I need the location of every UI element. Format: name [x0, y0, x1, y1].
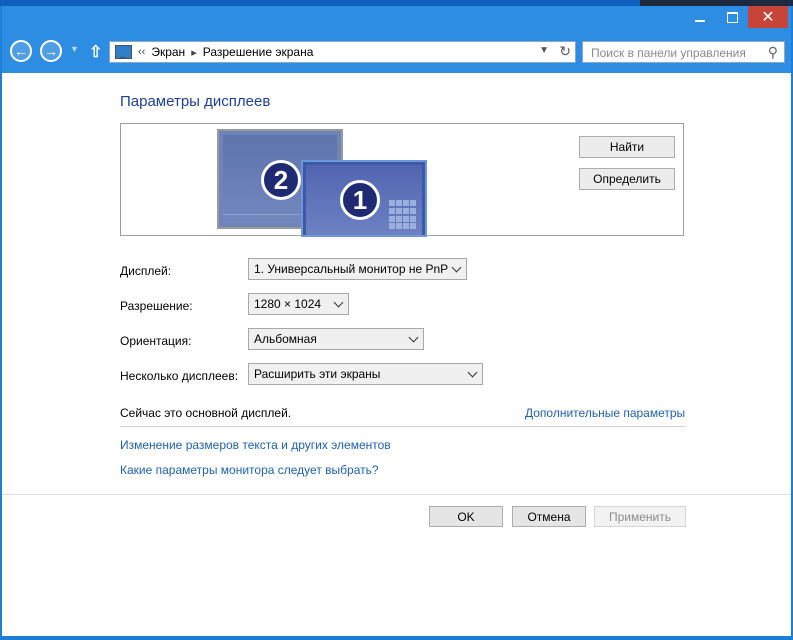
search-placeholder: Поиск в панели управления	[591, 46, 746, 60]
find-button[interactable]: Найти	[579, 136, 675, 158]
chevron-down-icon: ▼	[539, 45, 549, 56]
chevron-down-icon	[453, 264, 461, 272]
start-screen-tiles-icon	[389, 200, 419, 230]
title-bar[interactable]: ✕	[2, 6, 791, 30]
orientation-select-value: Альбомная	[254, 332, 317, 346]
refresh-button[interactable]: ↻	[559, 43, 571, 60]
breadcrumb-item-resolution[interactable]: Разрешение экрана	[203, 45, 314, 59]
back-button[interactable]: ←	[10, 40, 32, 62]
chevron-down-icon	[410, 334, 418, 342]
resolution-select-value: 1280 × 1024	[254, 297, 322, 311]
up-button[interactable]: ⇧	[89, 42, 102, 62]
forward-button[interactable]: →	[40, 40, 62, 62]
multiple-displays-select-value: Расширить эти экраны	[254, 367, 381, 381]
orientation-label: Ориентация:	[120, 334, 192, 348]
control-panel-window: ✕ ← → ▼ ⇧ ‹‹ Экран ▸ Разрешение экрана ▼…	[2, 6, 791, 636]
divider	[120, 426, 686, 427]
maximize-button[interactable]	[718, 6, 746, 28]
multiple-displays-label: Несколько дисплеев:	[120, 369, 239, 383]
arrow-up-icon: ⇧	[89, 44, 103, 61]
primary-display-status: Сейчас это основной дисплей.	[120, 406, 292, 420]
breadcrumb-overflow[interactable]: ‹‹	[138, 46, 145, 58]
ok-button[interactable]: OK	[429, 506, 503, 527]
close-icon: ✕	[761, 9, 775, 26]
recent-pages-dropdown[interactable]: ▼	[70, 44, 79, 54]
display-control-panel-icon	[115, 45, 132, 59]
identify-button[interactable]: Определить	[579, 168, 675, 190]
arrow-right-icon: →	[44, 43, 58, 59]
monitor-1-number-badge: 1	[340, 180, 380, 220]
cancel-button[interactable]: Отмена	[512, 506, 586, 527]
footer-divider	[2, 494, 791, 495]
address-dropdown-button[interactable]: ▼	[539, 45, 549, 56]
chevron-down-icon: ▼	[70, 44, 79, 54]
apply-button[interactable]: Применить	[594, 506, 686, 527]
breadcrumb-separator-icon[interactable]: ▸	[191, 46, 197, 59]
multiple-displays-select[interactable]: Расширить эти экраны	[248, 363, 483, 385]
display-select[interactable]: 1. Универсальный монитор не PnP	[248, 258, 467, 280]
display-label: Дисплей:	[120, 264, 172, 278]
monitor-1-thumbnail[interactable]: 1	[301, 160, 427, 237]
display-arrangement-preview: 2 1 Найти Определить	[120, 123, 684, 237]
monitor-help-link[interactable]: Какие параметры монитора следует выбрать…	[120, 463, 379, 477]
resolution-select[interactable]: 1280 × 1024	[248, 293, 349, 315]
text-size-link[interactable]: Изменение размеров текста и других элеме…	[120, 438, 391, 452]
search-icon[interactable]: ⚲	[768, 44, 778, 61]
monitor-2-number-badge: 2	[261, 160, 301, 200]
close-button[interactable]: ✕	[748, 6, 788, 28]
refresh-icon: ↻	[559, 43, 571, 59]
navigation-bar: ← → ▼ ⇧ ‹‹ Экран ▸ Разрешение экрана ▼ ↻…	[2, 32, 791, 72]
main-content: Параметры дисплеев 2 1 Найти Определить	[2, 73, 791, 636]
orientation-select[interactable]: Альбомная	[248, 328, 424, 350]
breadcrumb-item-screen[interactable]: Экран	[151, 45, 185, 59]
maximize-icon	[726, 11, 738, 23]
chevron-down-icon	[335, 299, 343, 307]
minimize-icon	[695, 20, 705, 22]
display-select-value: 1. Универсальный монитор не PnP	[254, 262, 449, 276]
minimize-button[interactable]	[686, 6, 714, 28]
arrow-left-icon: ←	[14, 43, 28, 59]
resolution-label: Разрешение:	[120, 299, 193, 313]
advanced-settings-link[interactable]: Дополнительные параметры	[525, 406, 685, 420]
chevron-down-icon	[469, 369, 477, 377]
page-title: Параметры дисплеев	[120, 93, 271, 110]
address-bar[interactable]: ‹‹ Экран ▸ Разрешение экрана ▼ ↻	[109, 41, 576, 63]
search-input[interactable]: Поиск в панели управления ⚲	[582, 41, 785, 63]
